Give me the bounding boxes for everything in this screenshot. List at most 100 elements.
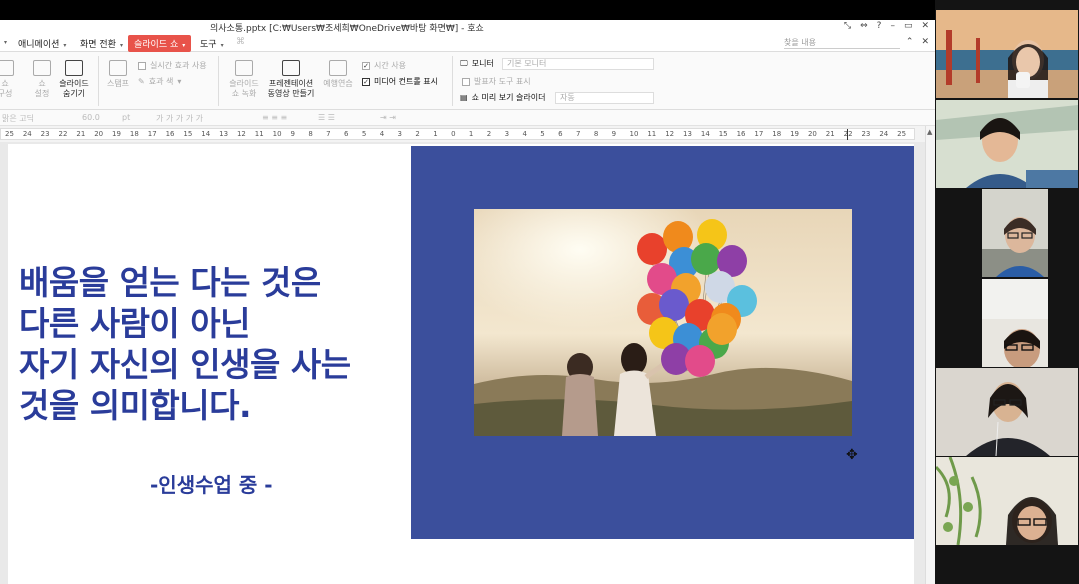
ruler-number: 1 [433, 130, 438, 138]
use-timing-check[interactable]: ✓ 시간 사용 [362, 60, 406, 71]
collapse-ribbon-icon[interactable]: ⌃ [906, 37, 914, 47]
list-icon[interactable]: ☰ ☰ [318, 113, 335, 122]
show-settings-button[interactable]: 쇼 설정 [30, 60, 54, 99]
pen-icon: ✎ [138, 77, 145, 86]
quick-access-icon[interactable]: ⌘ [236, 37, 245, 47]
ruler-number: 9 [611, 130, 617, 138]
menu-tools[interactable]: 도구 ▾ [200, 37, 224, 50]
ruler-number: 25 [5, 130, 14, 138]
bold-icon[interactable]: 가 가 가 가 가 [156, 113, 203, 124]
participant-video [936, 10, 1078, 98]
ruler-number: 0 [451, 130, 456, 138]
settings-icon [33, 60, 51, 76]
stamp-icon [109, 60, 127, 76]
help-icon[interactable]: ? [877, 21, 882, 31]
ruler-number: 6 [558, 130, 563, 138]
realtime-effect-check[interactable]: 실시간 효과 사용 [138, 60, 207, 71]
ruler-number: 10 [272, 130, 282, 138]
title-bar: 의사소통.pptx [C:₩Users₩조세희₩OneDrive₩바탕 화면₩]… [0, 20, 935, 34]
ruler-number: 2 [486, 130, 492, 138]
presenter-tools-check[interactable]: 발표자 도구 표시 [462, 76, 531, 87]
scroll-up-icon[interactable]: ▲ [927, 128, 932, 136]
setup-icon [0, 60, 14, 76]
show-setup-partial-button[interactable]: 쇼 구성 [0, 60, 14, 99]
preview-select[interactable]: 자동 [555, 92, 654, 104]
move-cursor-icon: ✥ [846, 447, 858, 463]
preview-icon: ▤ [460, 93, 468, 102]
hide-slide-icon [65, 60, 83, 76]
hide-slide-button[interactable]: 슬라이드 숨기기 [56, 60, 92, 99]
effect-color-check[interactable]: ✎ 효과 색 ▾ [138, 76, 181, 87]
make-video-button[interactable]: 프레젠테이션 동영상 만들기 [264, 60, 318, 99]
participant-tile[interactable] [936, 100, 1078, 188]
participant-tile[interactable] [982, 189, 1048, 277]
ruler-number: 24 [879, 130, 889, 138]
checkbox: ✓ [362, 61, 370, 70]
checkbox [138, 61, 146, 70]
ruler-number: 21 [825, 130, 835, 138]
menu-controls: ⌃ ✕ [906, 37, 929, 47]
font-name-select[interactable]: 맑은 고딕 [2, 113, 34, 124]
quote-line: 다른 사람이 아닌 [19, 304, 251, 343]
quote-line: 것을 의미합니다. [19, 386, 252, 425]
ruler-number: 18 [129, 130, 139, 138]
ruler-number: 11 [254, 130, 264, 138]
ruler-number: 18 [772, 130, 782, 138]
font-unit: pt [122, 113, 131, 122]
ruler-number: 7 [575, 130, 581, 138]
slide[interactable]: 배움을 얻는 다는 것은 다른 사람이 아닌 자기 자신의 인생을 사는 것을 … [8, 144, 914, 584]
ruler-number: 4 [522, 130, 527, 138]
ruler-number: 10 [629, 130, 639, 138]
arrange-icon[interactable]: ⇔ [860, 21, 868, 31]
ruler-number: 16 [165, 130, 175, 138]
align-left-icon[interactable]: ≡ ≡ ≡ [262, 113, 287, 122]
ruler-number: 8 [308, 130, 313, 138]
ruler-number: 4 [379, 130, 385, 138]
ruler-number: 23 [861, 130, 871, 138]
help-search-input[interactable]: 찾을 내용 [784, 37, 900, 49]
vertical-scrollbar[interactable]: ▲ [925, 126, 935, 584]
close-icon[interactable]: ✕ [921, 21, 929, 31]
checkbox [462, 77, 470, 86]
ruler-number: 16 [736, 130, 746, 138]
screen: 의사소통.pptx [C:₩Users₩조세희₩OneDrive₩바탕 화면₩]… [0, 0, 1079, 584]
ribbon-separator [218, 56, 219, 106]
balloon [659, 289, 689, 321]
ruler-number: 21 [76, 130, 86, 138]
stamp-button[interactable]: 스탬프 [104, 60, 132, 89]
balloon [707, 313, 737, 345]
ruler-number: 20 [94, 130, 104, 138]
indent-icon[interactable]: ⇥ ⇥ [380, 113, 396, 122]
font-size-select[interactable]: 60.0 [82, 113, 100, 122]
rehearse-icon [329, 60, 347, 76]
restore-icon[interactable]: ▭ [904, 21, 913, 31]
horizontal-ruler[interactable]: 25 24 23 22 21 20 19 18 17 16 15 14 13 12 11 10 9 8 7 6 5 4 3 2… [0, 128, 915, 140]
ribbon: 쇼 구성 쇼 설정 슬라이드 숨기기 스탬프 실시간 효과 사용 ✎ 효과 색 ▾ … [0, 52, 935, 110]
ruler-number: 23 [40, 130, 50, 138]
fit-screen-icon[interactable]: ⤡ [844, 21, 851, 31]
record-show-button[interactable]: 슬라이드 쇼 녹화 [224, 60, 264, 99]
ruler-number: 14 [201, 130, 211, 138]
participant-video [936, 100, 1078, 188]
menu-slideshow[interactable]: 슬라이드 쇼 ▾ [128, 35, 192, 52]
participant-tile[interactable] [982, 279, 1048, 367]
video-gallery [935, 0, 1079, 584]
menu-partial-caret[interactable]: ▾ [0, 37, 7, 47]
participant-tile[interactable] [936, 368, 1078, 456]
rehearse-button[interactable]: 예행연습 [320, 60, 356, 89]
participant-tile[interactable] [936, 10, 1078, 98]
menu-animation[interactable]: 애니메이션 ▾ [18, 37, 66, 50]
checkbox: ✓ [362, 77, 370, 86]
media-controls-check[interactable]: ✓ 미디어 컨트롤 표시 [362, 76, 438, 87]
ruler-number: 13 [683, 130, 692, 138]
balloon [691, 243, 721, 275]
monitor-select[interactable]: 기본 모니터 [502, 58, 654, 70]
ruler-number: 15 [183, 130, 193, 138]
close-doc-icon[interactable]: ✕ [921, 37, 929, 47]
menu-transition[interactable]: 화면 전환 ▾ [80, 37, 123, 50]
ruler-number: 2 [415, 130, 420, 138]
minimize-icon[interactable]: – [890, 21, 895, 31]
participant-tile[interactable] [936, 457, 1078, 545]
ruler-number: 11 [647, 130, 657, 138]
record-icon [235, 60, 253, 76]
